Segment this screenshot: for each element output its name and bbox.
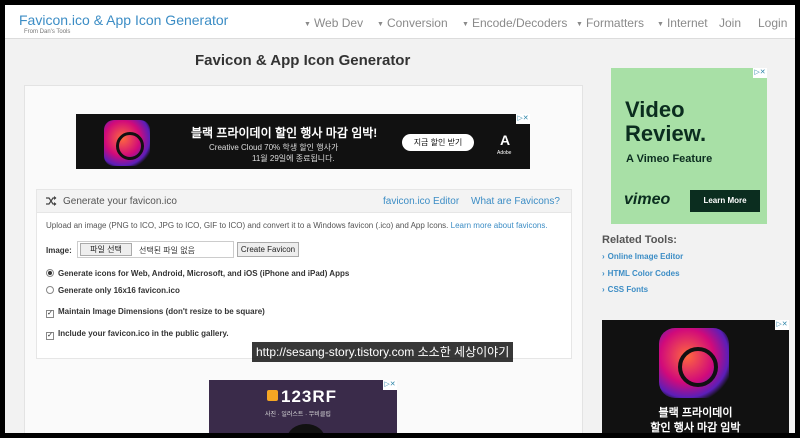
adobe-side-ad[interactable]: 블랙 프라이데이 할인 행사 마감 임박: [602, 320, 789, 433]
nav-encode-decoders[interactable]: ▼ Encode/Decoders: [462, 16, 567, 30]
123rf-logo-icon: [267, 390, 278, 401]
related-css-fonts[interactable]: › CSS Fonts: [602, 285, 648, 294]
ad-brand: Adobe: [497, 150, 512, 156]
generator-description: Upload an image (PNG to ICO, JPG to ICO,…: [46, 221, 548, 230]
creative-cloud-logo-icon: [659, 328, 729, 398]
option-public-gallery[interactable]: ✓ Include your favicon.ico in the public …: [46, 329, 229, 340]
checkbox-checked[interactable]: ✓: [46, 332, 54, 340]
radio-unselected[interactable]: [46, 286, 54, 294]
creative-cloud-logo-icon: [104, 120, 150, 166]
image-label: Image:: [46, 246, 72, 255]
option-maintain-dimensions[interactable]: ✓ Maintain Image Dimensions (don't resize…: [46, 307, 265, 318]
nav-formatters[interactable]: ▼ Formatters: [576, 16, 644, 30]
ad-close-icon[interactable]: ▷✕: [775, 320, 789, 330]
caret-down-icon: ▼: [377, 21, 384, 28]
vimeo-ad[interactable]: Video Review. A Vimeo Feature vimeo Lear…: [611, 68, 767, 224]
ad-headline: Video Review.: [625, 97, 707, 146]
checkbox-checked[interactable]: ✓: [46, 310, 54, 318]
file-status: 선택된 파일 없음: [139, 246, 195, 255]
site-brand-link[interactable]: Favicon.ico & App Icon Generator: [19, 12, 228, 28]
chevron-right-icon: ›: [602, 285, 605, 294]
caret-down-icon: ▼: [576, 21, 583, 28]
ad-close-icon[interactable]: ▷✕: [383, 380, 397, 390]
choose-file-button[interactable]: 파일 선택: [80, 243, 132, 256]
adobe-logo-icon: A: [500, 132, 511, 148]
ad-cta-button[interactable]: 지금 할인 받기: [402, 134, 474, 151]
nav-conversion[interactable]: ▼ Conversion: [377, 16, 448, 30]
image-file-input[interactable]: 파일 선택 선택된 파일 없음: [77, 241, 234, 258]
learn-more-button[interactable]: Learn More: [690, 190, 760, 212]
caret-down-icon: ▼: [657, 21, 664, 28]
123rf-ad-banner[interactable]: 123RF 사진 · 일러스트 · 무비클립: [209, 380, 397, 433]
related-online-image-editor[interactable]: › Online Image Editor: [602, 252, 683, 261]
create-favicon-button[interactable]: Create Favicon: [237, 242, 299, 257]
chevron-right-icon: ›: [602, 252, 605, 261]
browser-viewport: Favicon.ico & App Icon Generator From Da…: [5, 5, 795, 433]
ad-text-line1: Creative Cloud 70% 학생 할인 행사가: [209, 143, 339, 152]
shuffle-icon: [46, 196, 57, 206]
ad-close-icon[interactable]: ▷✕: [516, 114, 530, 124]
related-html-color-codes[interactable]: › HTML Color Codes: [602, 269, 680, 278]
page-title: Favicon & App Icon Generator: [195, 52, 411, 69]
ad-line2: 할인 행사 마감 임박: [650, 422, 741, 433]
learn-more-link[interactable]: Learn more about favicons.: [451, 221, 548, 230]
nav-web-dev[interactable]: ▼ Web Dev: [304, 16, 363, 30]
ad-line1: 블랙 프라이데이: [658, 407, 733, 419]
site-brand-subtitle: From Dan's Tools: [24, 29, 71, 35]
ad-subheadline: A Vimeo Feature: [626, 153, 713, 165]
what-are-favicons-link[interactable]: What are Favicons?: [471, 196, 560, 207]
related-tools-title: Related Tools:: [602, 234, 677, 246]
caret-down-icon: ▼: [462, 21, 469, 28]
chevron-right-icon: ›: [602, 269, 605, 278]
option-16x16-only[interactable]: Generate only 16x16 favicon.ico: [46, 286, 180, 295]
ad-text-line2: 11월 29일에 종료됩니다.: [252, 154, 335, 163]
ad-close-icon[interactable]: ▷✕: [753, 68, 767, 78]
favicon-editor-link[interactable]: favicon.ico Editor: [383, 196, 459, 207]
nav-join[interactable]: Join: [719, 16, 741, 30]
blog-watermark: http://sesang-story.tistory.com 소소한 세상이야…: [252, 342, 514, 362]
generator-title: Generate your favicon.ico: [63, 196, 177, 207]
nav-login[interactable]: Login: [758, 16, 787, 30]
generator-header: Generate your favicon.ico favicon.ico Ed…: [37, 190, 571, 213]
vimeo-logo: vimeo: [624, 191, 671, 208]
radio-selected[interactable]: [46, 269, 54, 277]
option-all-icons[interactable]: Generate icons for Web, Android, Microso…: [46, 269, 349, 278]
nav-internet[interactable]: ▼ Internet: [657, 16, 708, 30]
ad-photo: [287, 424, 325, 433]
top-navbar: Favicon.ico & App Icon Generator From Da…: [5, 5, 795, 39]
ad-headline: 블랙 프라이데이 할인 행사 마감 임박!: [191, 126, 378, 140]
ad-brand: 123RF: [281, 387, 338, 406]
adobe-ad-banner[interactable]: 블랙 프라이데이 할인 행사 마감 임박! Creative Cloud 70%…: [76, 114, 530, 169]
caret-down-icon: ▼: [304, 21, 311, 28]
ad-tagline: 사진 · 일러스트 · 무비클립: [265, 412, 331, 418]
